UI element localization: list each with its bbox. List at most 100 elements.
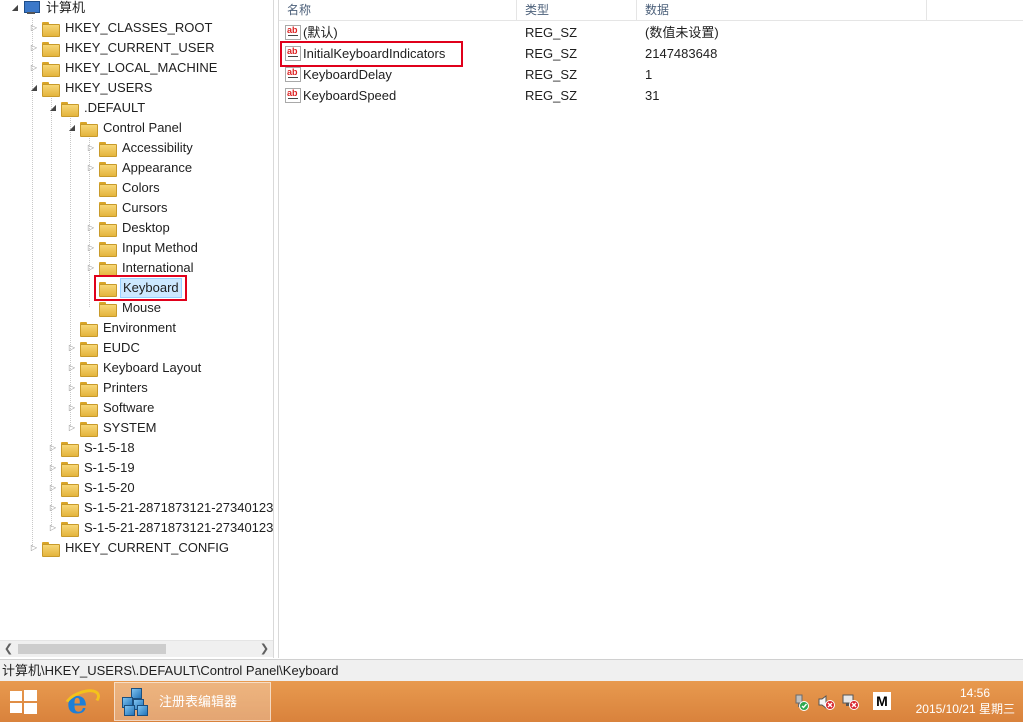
scroll-right-icon[interactable]: ❯ xyxy=(256,641,273,658)
tree-item-keyboard[interactable]: Keyboard xyxy=(86,278,182,298)
value-name: InitialKeyboardIndicators xyxy=(303,46,446,61)
expand-arrow-icon[interactable]: ▷ xyxy=(48,498,58,518)
tree-item-colors[interactable]: Colors xyxy=(86,178,162,198)
collapse-arrow-icon[interactable]: ◢ xyxy=(10,0,20,18)
taskbar-app-regedit[interactable]: 注册表编辑器 xyxy=(114,682,271,721)
expand-arrow-icon[interactable]: ▷ xyxy=(67,358,77,378)
folder-icon xyxy=(80,421,98,437)
collapse-arrow-icon[interactable]: ◢ xyxy=(67,118,77,138)
value-name: KeyboardDelay xyxy=(303,67,392,82)
tree-item-control-panel[interactable]: ◢ Control Panel xyxy=(67,118,184,138)
tree-horizontal-scrollbar[interactable]: ❮ ❯ xyxy=(0,640,273,657)
folder-icon xyxy=(99,241,117,257)
tree-item-label: Accessibility xyxy=(122,140,193,155)
expand-arrow-icon[interactable]: ▷ xyxy=(67,418,77,438)
collapse-arrow-icon[interactable]: ◢ xyxy=(29,78,39,98)
value-row-keyboard-speed[interactable]: ab KeyboardSpeed REG_SZ 31 xyxy=(279,85,1023,106)
tree-item-s-1-5-21-a[interactable]: ▷ S-1-5-21-2871873121-273401233 xyxy=(48,498,273,518)
tree-item-hkcc[interactable]: ▷ HKEY_CURRENT_CONFIG xyxy=(29,538,231,558)
value-row-default[interactable]: ab (默认) REG_SZ (数值未设置) xyxy=(279,22,1023,43)
value-name: KeyboardSpeed xyxy=(303,88,397,103)
tree-item-desktop[interactable]: ▷ Desktop xyxy=(86,218,172,238)
tree-item-label: Environment xyxy=(103,320,176,335)
tree-item-eudc[interactable]: ▷ EUDC xyxy=(67,338,142,358)
folder-icon xyxy=(61,441,79,457)
regedit-icon xyxy=(122,688,152,716)
value-type: REG_SZ xyxy=(525,88,578,103)
tree-item-label: SYSTEM xyxy=(103,420,157,435)
expand-arrow-icon[interactable]: ▷ xyxy=(29,538,39,558)
tree-item-international[interactable]: ▷ International xyxy=(86,258,196,278)
internet-explorer-icon[interactable]: e xyxy=(58,681,110,722)
network-disconnected-icon[interactable] xyxy=(841,693,859,711)
column-header-name[interactable]: 名称 xyxy=(279,0,517,21)
expand-arrow-icon[interactable]: ▷ xyxy=(29,38,39,58)
clock-time: 14:56 xyxy=(959,686,991,700)
expand-arrow-icon[interactable]: ▷ xyxy=(86,158,96,178)
tree-item-accessibility[interactable]: ▷ Accessibility xyxy=(86,138,195,158)
expand-arrow-icon[interactable]: ▷ xyxy=(67,398,77,418)
network-plug-icon[interactable] xyxy=(792,693,810,711)
tree-item-keyboard-layout[interactable]: ▷ Keyboard Layout xyxy=(67,358,203,378)
value-data: 1 xyxy=(645,67,653,82)
collapse-arrow-icon[interactable]: ◢ xyxy=(48,98,58,118)
expand-arrow-icon[interactable]: ▷ xyxy=(29,18,39,38)
expand-arrow-icon[interactable]: ▷ xyxy=(67,338,77,358)
tree-item-system[interactable]: ▷ SYSTEM xyxy=(67,418,158,438)
tree-item-label: International xyxy=(122,260,194,275)
tree-item-s-1-5-20[interactable]: ▷ S-1-5-20 xyxy=(48,478,137,498)
expand-arrow-icon[interactable]: ▷ xyxy=(48,518,58,538)
expand-arrow-icon[interactable]: ▷ xyxy=(86,238,96,258)
folder-icon xyxy=(80,381,98,397)
tree-item-label: Appearance xyxy=(122,160,193,175)
column-header-data[interactable]: 数据 xyxy=(637,0,927,21)
folder-icon xyxy=(80,121,98,137)
folder-icon xyxy=(99,221,117,237)
ime-indicator[interactable]: M xyxy=(873,692,891,710)
tree-item-label: Input Method xyxy=(122,240,198,255)
tree-item-s-1-5-21-b[interactable]: ▷ S-1-5-21-2871873121-273401233 xyxy=(48,518,273,538)
tree-item-computer[interactable]: ◢ 计算机 xyxy=(10,0,87,18)
value-row-keyboard-delay[interactable]: ab KeyboardDelay REG_SZ 1 xyxy=(279,64,1023,85)
tree-item-hku[interactable]: ◢ HKEY_USERS xyxy=(29,78,154,98)
tree-item-environment[interactable]: Environment xyxy=(67,318,178,338)
tree-item-default[interactable]: ◢ .DEFAULT xyxy=(48,98,147,118)
taskbar-clock[interactable]: 14:56 2015/10/21 星期三 xyxy=(895,685,1015,717)
scrollbar-thumb[interactable] xyxy=(18,644,166,654)
values-column-header: 名称 类型 数据 xyxy=(279,0,1023,21)
folder-icon xyxy=(42,41,60,57)
folder-icon xyxy=(61,481,79,497)
expand-arrow-icon[interactable]: ▷ xyxy=(86,218,96,238)
volume-muted-icon[interactable] xyxy=(817,693,835,711)
tree-item-hkcu[interactable]: ▷ HKEY_CURRENT_USER xyxy=(29,38,217,58)
expand-arrow-icon[interactable]: ▷ xyxy=(67,378,77,398)
expand-arrow-icon[interactable]: ▷ xyxy=(86,138,96,158)
tree-item-mouse[interactable]: Mouse xyxy=(86,298,163,318)
tree-item-label: EUDC xyxy=(103,340,140,355)
tree-item-hklm[interactable]: ▷ HKEY_LOCAL_MACHINE xyxy=(29,58,219,78)
registry-values-pane[interactable]: 名称 类型 数据 ab (默认) REG_SZ (数值未设置) ab Initi… xyxy=(278,0,1023,658)
tree-item-cursors[interactable]: Cursors xyxy=(86,198,170,218)
expand-arrow-icon[interactable]: ▷ xyxy=(48,438,58,458)
tree-item-s-1-5-19[interactable]: ▷ S-1-5-19 xyxy=(48,458,137,478)
registry-tree-pane[interactable]: ◢ 计算机 ▷ HKEY_CLASSES_ROOT ▷ HKEY_CURRENT… xyxy=(0,0,274,658)
tree-item-s-1-5-18[interactable]: ▷ S-1-5-18 xyxy=(48,438,137,458)
scroll-left-icon[interactable]: ❮ xyxy=(0,641,17,658)
tree-item-label: HKEY_CURRENT_CONFIG xyxy=(65,540,229,555)
expand-arrow-icon[interactable]: ▷ xyxy=(48,458,58,478)
tree-item-appearance[interactable]: ▷ Appearance xyxy=(86,158,194,178)
expand-arrow-icon[interactable]: ▷ xyxy=(29,58,39,78)
tree-item-input-method[interactable]: ▷ Input Method xyxy=(86,238,200,258)
folder-icon xyxy=(42,541,60,557)
expand-arrow-icon[interactable]: ▷ xyxy=(86,258,96,278)
expand-arrow-icon[interactable]: ▷ xyxy=(48,478,58,498)
tree-item-hkcr[interactable]: ▷ HKEY_CLASSES_ROOT xyxy=(29,18,214,38)
tree-item-software[interactable]: ▷ Software xyxy=(67,398,156,418)
folder-icon xyxy=(80,361,98,377)
value-row-initial-keyboard-indicators[interactable]: ab InitialKeyboardIndicators REG_SZ 2147… xyxy=(279,43,1023,64)
string-value-icon: ab xyxy=(285,25,301,40)
tree-item-label: Keyboard Layout xyxy=(103,360,202,375)
column-header-type[interactable]: 类型 xyxy=(517,0,637,21)
windows-start-icon[interactable] xyxy=(8,689,38,715)
tree-item-printers[interactable]: ▷ Printers xyxy=(67,378,150,398)
